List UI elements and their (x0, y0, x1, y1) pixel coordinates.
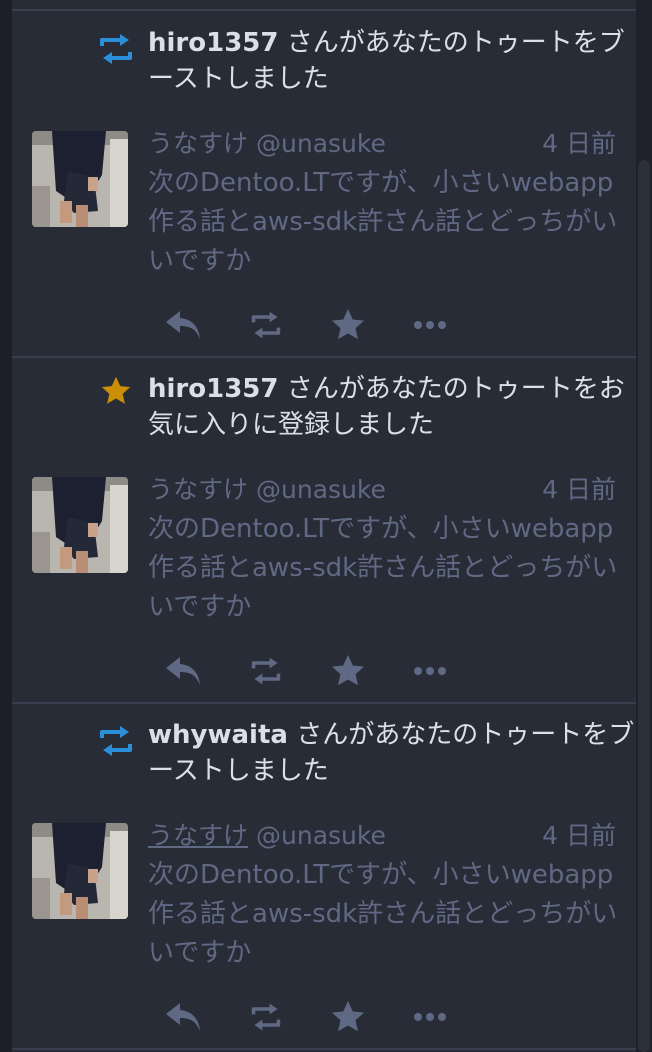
account-handle: @unasuke (256, 129, 386, 158)
boost-button[interactable] (244, 649, 288, 693)
account-name[interactable]: hiro1357 (148, 28, 278, 58)
boost-icon (100, 34, 132, 64)
boost-icon (251, 657, 281, 685)
favourite-button[interactable] (326, 995, 370, 1039)
favourite-icon (332, 1001, 364, 1032)
status-author: うなすけ @unasuke (148, 471, 386, 509)
scrollbar-thumb[interactable] (638, 160, 650, 1052)
account-handle: @unasuke (256, 475, 386, 504)
reply-icon (166, 657, 200, 685)
boost-button[interactable] (244, 303, 288, 347)
display-name[interactable]: うなすけ (148, 821, 248, 850)
reply-button[interactable] (162, 995, 206, 1039)
more-icon (414, 321, 446, 329)
avatar[interactable] (32, 823, 128, 919)
reply-button[interactable] (162, 303, 206, 347)
favourite-button[interactable] (326, 649, 370, 693)
reply-icon (166, 1003, 200, 1031)
notification-message: whywaita さんがあなたのトゥートをブーストしました (148, 717, 636, 789)
account-handle: @unasuke (256, 821, 386, 850)
status-content: 次のDentoo.LTですが、小さいwebapp作る話とaws-sdk許さん話と… (148, 860, 618, 968)
favourite-icon (332, 655, 364, 686)
account-name[interactable]: whywaita (148, 720, 288, 750)
divider (12, 1048, 636, 1050)
avatar[interactable] (32, 477, 128, 573)
account-name[interactable]: hiro1357 (148, 374, 278, 404)
star-icon (101, 376, 131, 404)
status-time[interactable]: 4 日前 (542, 817, 616, 855)
status-author: うなすけ @unasuke (148, 817, 386, 855)
more-button[interactable] (408, 995, 452, 1039)
notification-message: hiro1357 さんがあなたのトゥートをブーストしました (148, 25, 636, 97)
boost-icon (251, 1003, 281, 1031)
status-time[interactable]: 4 日前 (542, 125, 616, 163)
display-name[interactable]: うなすけ (148, 475, 248, 504)
status-author: うなすけ @unasuke (148, 125, 386, 163)
avatar[interactable] (32, 131, 128, 227)
more-button[interactable] (408, 303, 452, 347)
notification-message: hiro1357 さんがあなたのトゥートをお気に入りに登録しました (148, 371, 636, 443)
scrollbar[interactable] (636, 0, 652, 1052)
more-icon (414, 1013, 446, 1021)
favourite-icon (332, 309, 364, 340)
status-content: 次のDentoo.LTですが、小さいwebapp作る話とaws-sdk許さん話と… (148, 168, 618, 276)
notification-boost[interactable]: hiro1357 さんがあなたのトゥートをブーストしました うなすけ @unasu… (12, 11, 636, 356)
boost-icon (251, 311, 281, 339)
boost-icon (100, 726, 132, 756)
more-button[interactable] (408, 649, 452, 693)
display-name[interactable]: うなすけ (148, 129, 248, 158)
more-icon (414, 667, 446, 675)
favourite-button[interactable] (326, 303, 370, 347)
notification-boost[interactable]: whywaita さんがあなたのトゥートをブーストしました うなすけ @unasu… (12, 703, 636, 1048)
notification-favourite[interactable]: hiro1357 さんがあなたのトゥートをお気に入りに登録しました うなすけ @u… (12, 357, 636, 702)
reply-button[interactable] (162, 649, 206, 693)
reply-icon (166, 311, 200, 339)
notifications-column[interactable]: hiro1357 さんがあなたのトゥートをブーストしました うなすけ @unasu… (12, 0, 636, 1052)
status-time[interactable]: 4 日前 (542, 471, 616, 509)
status-content: 次のDentoo.LTですが、小さいwebapp作る話とaws-sdk許さん話と… (148, 514, 618, 622)
boost-button[interactable] (244, 995, 288, 1039)
